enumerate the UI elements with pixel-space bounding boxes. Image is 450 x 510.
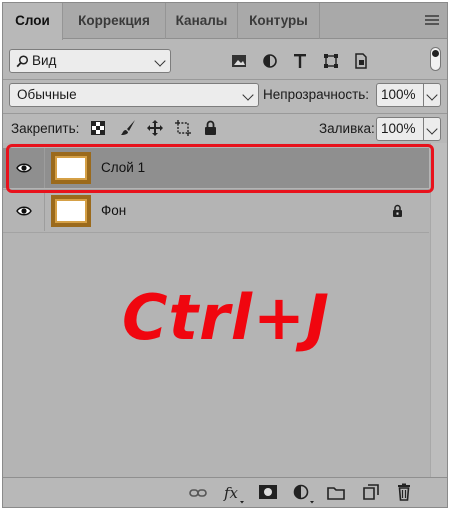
eye-icon (16, 206, 32, 216)
lock-transparency-icon[interactable] (91, 121, 105, 135)
fill-dropdown[interactable] (423, 117, 441, 141)
layers-panel: Слои Коррекция Каналы Контуры Вид Обычны… (2, 2, 448, 508)
svg-text:fx: fx (223, 484, 239, 502)
tab-paths[interactable]: Контуры (238, 3, 320, 39)
layer-row-background[interactable]: Фон (3, 191, 429, 231)
panel-menu-icon[interactable] (425, 15, 439, 26)
layer-thumbnail (51, 195, 91, 227)
fx-icon[interactable]: fx (223, 484, 245, 504)
divider (3, 232, 429, 233)
opacity-dropdown[interactable] (423, 83, 441, 107)
fill-input[interactable]: 100% (376, 117, 424, 141)
chevron-down-icon (426, 89, 438, 101)
lock-move-icon[interactable] (146, 119, 164, 137)
lock-brush-icon[interactable] (119, 119, 137, 137)
filter-toggle[interactable] (430, 47, 441, 71)
filter-kind-label: Вид (32, 53, 57, 68)
layer-name[interactable]: Фон (101, 203, 126, 218)
group-folder-icon[interactable] (327, 486, 345, 500)
layer-mask-icon[interactable] (259, 485, 277, 499)
tab-channels[interactable]: Каналы (166, 3, 238, 39)
chevron-down-icon (154, 55, 166, 67)
shape-filter-icon[interactable] (323, 53, 339, 69)
new-layer-icon[interactable] (363, 484, 379, 500)
divider (3, 113, 447, 114)
lock-icon (393, 204, 402, 217)
chevron-down-icon (426, 123, 438, 135)
bottom-toolbar: fx (3, 477, 447, 507)
adjustment-layer-icon[interactable] (293, 484, 315, 504)
filter-kind-select[interactable]: Вид (9, 49, 171, 73)
type-filter-icon[interactable] (293, 53, 307, 69)
tab-bar: Слои Коррекция Каналы Контуры (3, 3, 447, 40)
lock-label: Закрепить: (11, 121, 80, 136)
divider (3, 79, 447, 80)
tab-layers[interactable]: Слои (3, 3, 63, 40)
fill-label: Заливка: (319, 121, 375, 136)
chevron-down-icon (242, 89, 254, 101)
trash-icon[interactable] (397, 483, 411, 501)
adjustment-filter-icon[interactable] (263, 54, 277, 68)
visibility-toggle[interactable] (3, 191, 45, 231)
selection-highlight (6, 144, 434, 193)
search-icon (16, 55, 29, 68)
blend-mode-select[interactable]: Обычные (9, 83, 259, 107)
fill-value: 100% (381, 121, 416, 136)
link-layers-icon[interactable] (189, 488, 207, 498)
shortcut-overlay-text: Ctrl+J (122, 281, 330, 354)
opacity-input[interactable]: 100% (376, 83, 424, 107)
opacity-label: Непрозрачность: (263, 87, 370, 102)
tab-adjustments[interactable]: Коррекция (63, 3, 166, 39)
image-filter-icon[interactable] (231, 54, 247, 68)
smart-object-filter-icon[interactable] (354, 53, 368, 69)
blend-mode-value: Обычные (17, 87, 77, 102)
lock-artboard-icon[interactable] (174, 119, 192, 137)
lock-all-icon[interactable] (204, 120, 217, 136)
opacity-value: 100% (381, 87, 416, 102)
